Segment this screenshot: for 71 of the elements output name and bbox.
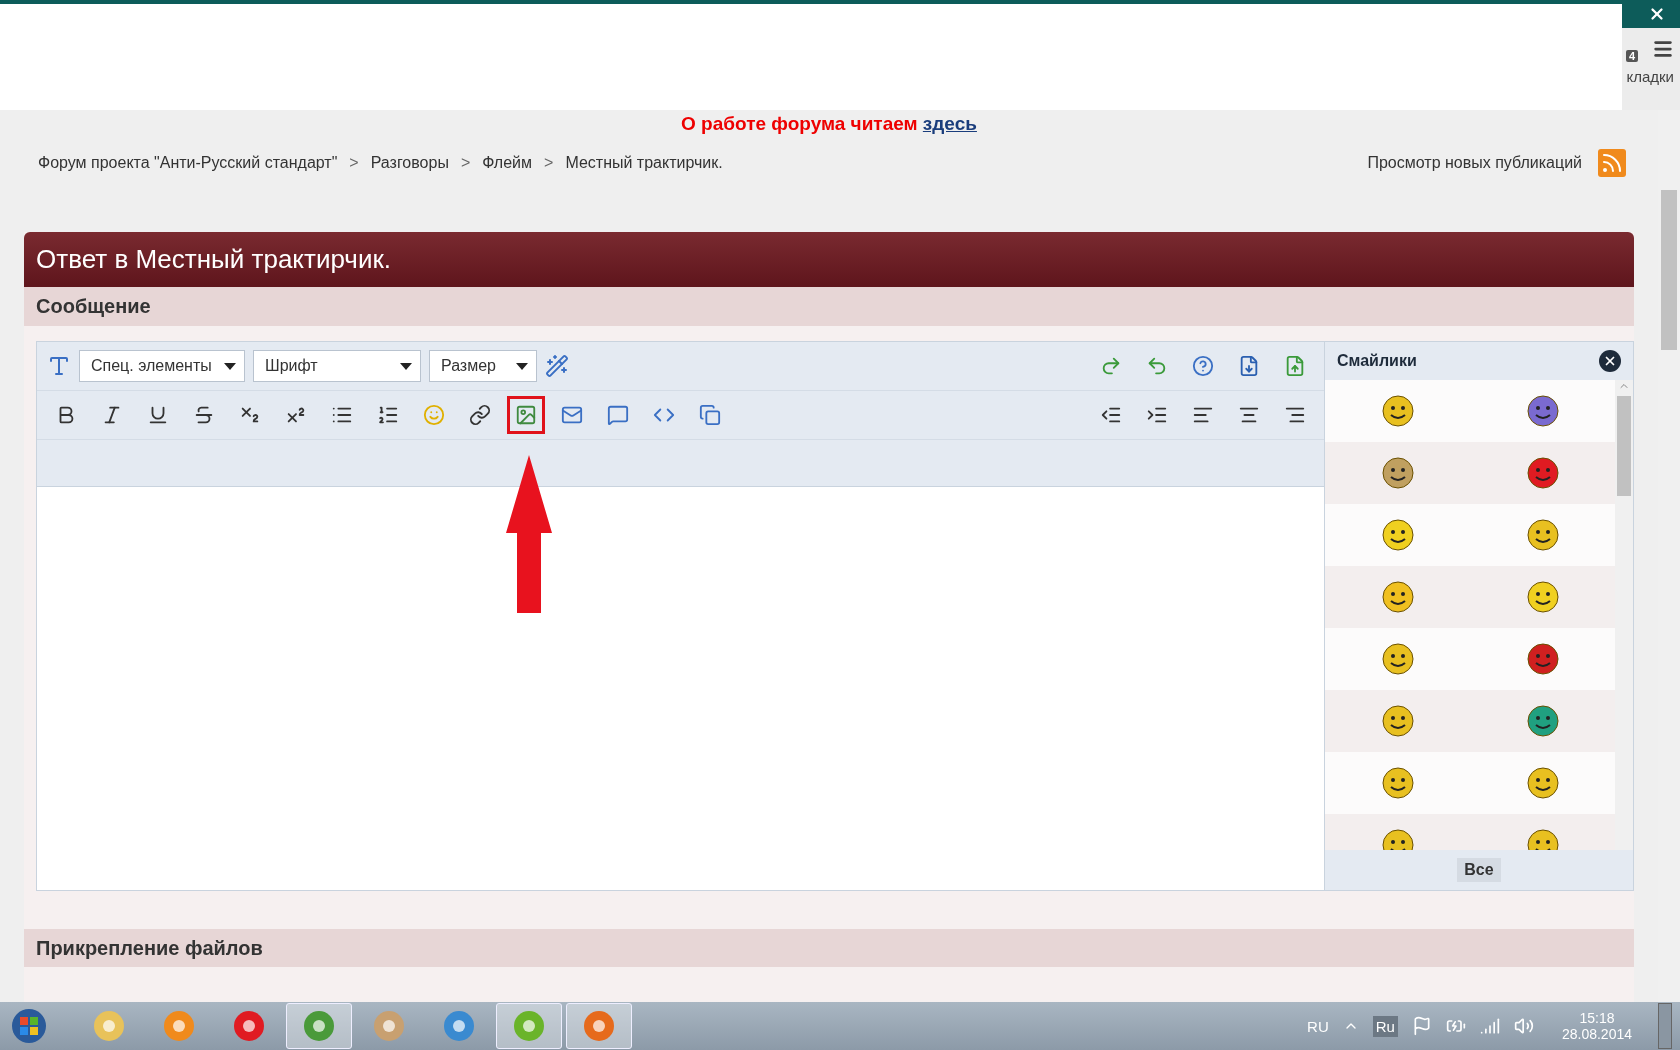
breadcrumb-separator: > [460,154,471,172]
tab-label[interactable]: кладки [1626,68,1674,85]
signal-icon[interactable] [1479,1016,1500,1036]
breadcrumb-separator: > [349,154,359,172]
quote-icon [607,404,629,426]
app-icon [441,1008,477,1044]
smilies-title: Смайлики [1337,352,1417,370]
smiley-icon[interactable] [1525,580,1560,614]
copy-icon [699,404,721,426]
image-icon [515,404,537,426]
wand-icon[interactable] [545,354,569,378]
app-icon [301,1008,337,1044]
strike-icon [193,404,215,426]
smiley-icon[interactable] [1380,766,1415,800]
breadcrumb-link[interactable]: Местный трактирчик. [565,154,723,172]
smiley-icon[interactable] [1525,704,1560,738]
app-icon [511,1008,547,1044]
dropdown[interactable]: Спец. элементы [79,350,245,382]
scrollbar-thumb[interactable] [1617,396,1631,496]
smiley-icon[interactable] [1525,456,1560,490]
close-button[interactable] [1599,350,1621,372]
redo-icon [1100,355,1122,377]
menu-icon[interactable] [1652,38,1674,60]
clock-time: 15:18 [1579,1010,1615,1026]
all-smilies-button[interactable]: Все [1457,858,1501,882]
scrollbar-thumb[interactable] [1661,190,1677,350]
notification-badge: 4 [1626,50,1639,62]
underline-icon [147,404,169,426]
smiley-icon[interactable] [1380,704,1415,738]
input-language[interactable]: Ru [1372,1015,1398,1037]
app-icon [161,1008,197,1044]
section-heading: Сообщение [24,287,1634,326]
download-icon [1238,355,1260,377]
dropdown[interactable]: Размер [429,350,537,382]
smiley-icon[interactable] [1525,766,1560,800]
breadcrumb-link[interactable]: Флейм [482,154,533,172]
clock-date: 28.08.2014 [1561,1026,1632,1042]
app-icon [371,1008,407,1044]
notice-text: О работе форума читаем здесь [681,113,977,134]
help-icon [1192,355,1214,377]
upload-icon [1284,355,1306,377]
app-icon [231,1008,267,1044]
mail-icon [561,404,583,426]
new-posts-link[interactable]: Просмотр новых публикаций [1367,154,1582,172]
link-icon [469,404,491,426]
taskbar-app-button[interactable] [566,1003,632,1049]
reply-title: Ответ в Местный трактирчик. [24,232,1634,287]
smiley-icon[interactable] [1380,456,1415,490]
notice-link[interactable]: здесь [922,113,977,134]
close-icon [1603,354,1617,368]
undo-icon [1146,355,1168,377]
close-icon[interactable] [1648,5,1666,23]
breadcrumb-separator: > [544,154,554,172]
app-icon [581,1008,617,1044]
taskbar-app-button[interactable] [286,1003,352,1049]
smiley-icon[interactable] [1525,518,1560,552]
smiley-icon[interactable] [1380,642,1415,676]
dropdown[interactable]: Шрифт [253,350,421,382]
section-heading: Прикрепление файлов [24,929,1634,967]
breadcrumb-link[interactable]: Форум проекта "Анти-Русский стандарт" [38,154,338,172]
smiley-icon[interactable] [1380,580,1415,614]
breadcrumb-link[interactable]: Разговоры [370,154,449,172]
smiley-icon[interactable] [1380,394,1415,428]
smiley-icon[interactable] [1525,642,1560,676]
smiley-icon[interactable] [1525,394,1560,428]
numbers-icon [377,404,399,426]
volume-icon[interactable] [1513,1016,1534,1036]
smiley-icon[interactable] [1380,518,1415,552]
smile-icon [423,404,445,426]
app-icon [91,1008,127,1044]
remove-format-icon[interactable] [47,354,71,378]
